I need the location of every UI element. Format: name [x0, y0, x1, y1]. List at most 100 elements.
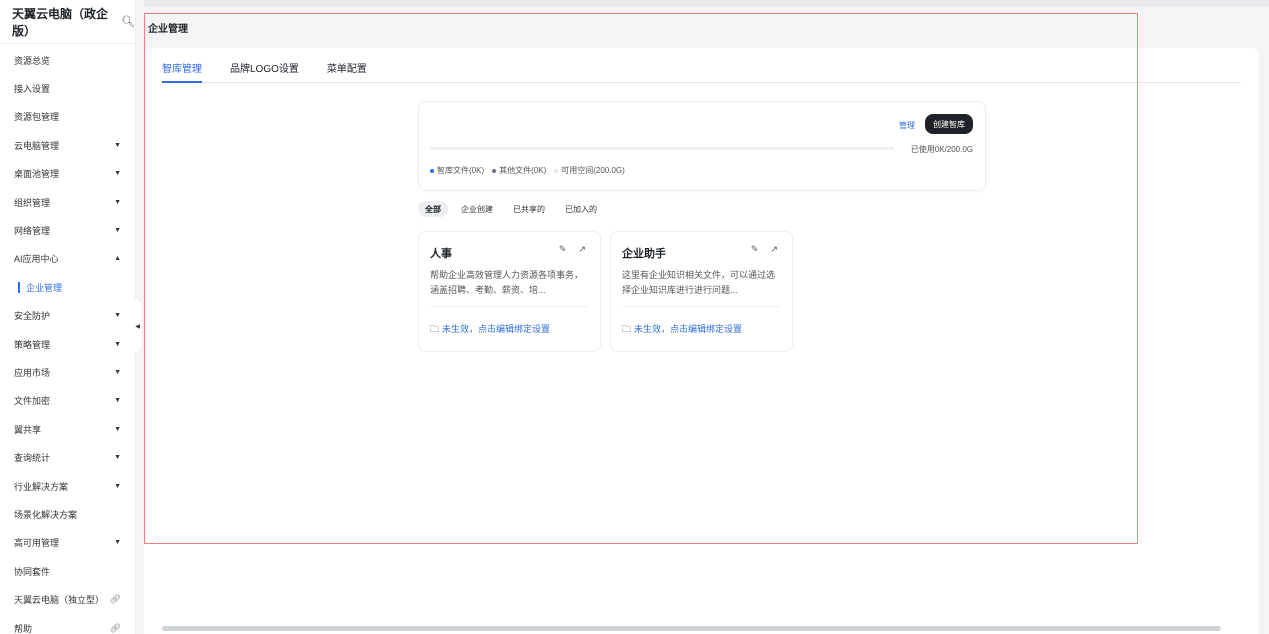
folder-icon: 🗀︎	[622, 324, 632, 334]
open-external-icon[interactable]: ↗	[770, 244, 778, 255]
sidebar-item-label: 帮助	[14, 623, 33, 634]
chevron-down-icon: ▼	[114, 312, 121, 320]
filter-enterprise-created[interactable]: 企业创建	[454, 201, 500, 217]
dot-icon	[554, 168, 559, 173]
main-panel: 智库管理 品牌LOGO设置 菜单配置 管理 创建智库 已使用0K/200.0G …	[144, 48, 1259, 634]
card-status-link[interactable]: 🗀︎ 未生效，点击编辑绑定设置	[430, 322, 550, 338]
sidebar-item-label: 接入设置	[14, 84, 51, 95]
filter-chips: 全部 企业创建 已共享的 已加入的	[418, 201, 604, 217]
card-status-text: 未生效，点击编辑绑定设置	[442, 324, 551, 334]
sidebar-item-label: 资源包管理	[14, 112, 60, 123]
chevron-down-icon: ▼	[114, 482, 121, 490]
manage-link[interactable]: 管理	[899, 120, 915, 131]
chevron-down-icon: ▼	[114, 397, 121, 405]
sidebar-item-scenario[interactable]: 场景化解决方案	[0, 500, 135, 528]
tab-brand-logo[interactable]: 品牌LOGO设置	[230, 61, 299, 83]
knowledge-card[interactable]: 企业助手 ✎ ↗ 这里有企业知识相关文件，可以通过选择企业知识库进行进行问题..…	[610, 231, 793, 352]
sidebar-item-label: 云电脑管理	[14, 140, 60, 151]
chevron-down-icon: ▼	[114, 340, 121, 348]
open-external-icon[interactable]: ↗	[578, 244, 586, 255]
sidebar-item-stats[interactable]: 查询统计 ▼	[0, 443, 135, 471]
sidebar-item-enterprise[interactable]: 企业管理	[0, 273, 135, 301]
sidebar-item-label: 网络管理	[14, 226, 51, 237]
legend-kb-files: 智库文件(0K)	[430, 165, 484, 176]
chevron-down-icon: ▼	[114, 454, 121, 462]
sidebar-item-label: AI应用中心	[14, 254, 59, 265]
sidebar-item-industry[interactable]: 行业解决方案 ▼	[0, 472, 135, 500]
edit-icon[interactable]: ✎	[559, 244, 567, 255]
card-actions: ✎ ↗	[559, 244, 586, 255]
sidebar-item-label: 高可用管理	[14, 538, 60, 549]
storage-card: 管理 创建智库 已使用0K/200.0G 智库文件(0K) 其他文件(0K) 可…	[418, 101, 986, 191]
card-divider	[430, 306, 588, 307]
sidebar-item-label: 翼共享	[14, 424, 42, 435]
sidebar-item-label: 安全防护	[14, 311, 51, 322]
dot-icon	[492, 168, 497, 173]
sidebar-item-label: 桌面池管理	[14, 169, 60, 180]
tab-knowledge-base[interactable]: 智库管理	[162, 61, 202, 83]
sidebar-item-label: 行业解决方案	[14, 481, 69, 492]
legend-other-files: 其他文件(0K)	[492, 165, 546, 176]
create-knowledge-base-button[interactable]: 创建智库	[925, 114, 973, 134]
sidebar-item-access[interactable]: 接入设置	[0, 74, 135, 102]
tab-menu-config[interactable]: 菜单配置	[327, 61, 367, 83]
sidebar-item-label: 策略管理	[14, 339, 51, 350]
chevron-down-icon: ▼	[114, 227, 121, 235]
sidebar-item-cloud-pc[interactable]: 云电脑管理 ▼	[0, 131, 135, 159]
sidebar-item-standalone[interactable]: 天翼云电脑（独立型） 🔗︎	[0, 585, 135, 613]
card-actions: ✎ ↗	[751, 244, 778, 255]
chevron-down-icon: ▼	[114, 539, 121, 547]
top-bar	[144, 0, 1269, 7]
chevron-up-icon: ▲	[114, 255, 121, 263]
card-description: 这里有企业知识相关文件，可以通过选择企业知识库进行进行问题...	[622, 270, 776, 295]
filter-shared[interactable]: 已共享的	[506, 201, 552, 217]
sidebar-item-security[interactable]: 安全防护 ▼	[0, 302, 135, 330]
sidebar-item-help[interactable]: 帮助 🔗︎	[0, 614, 135, 634]
sidebar-menu: 资源总览 接入设置 资源包管理 云电脑管理 ▼ 桌面池管理 ▼ 组织管理 ▼ 网络管理…	[0, 44, 135, 634]
sidebar-item-label: 查询统计	[14, 453, 51, 464]
sidebar-item-encrypt[interactable]: 文件加密 ▼	[0, 387, 135, 415]
sidebar-item-suite[interactable]: 协同套件	[0, 557, 135, 585]
storage-usage-bar	[430, 147, 894, 150]
chevron-down-icon: ▼	[114, 141, 121, 149]
sidebar-item-desktop-pool[interactable]: 桌面池管理 ▼	[0, 160, 135, 188]
sidebar-item-ai-center[interactable]: AI应用中心 ▲	[0, 245, 135, 273]
sidebar-item-label: 应用市场	[14, 367, 51, 378]
collapse-sidebar-button[interactable]: ◀	[133, 298, 143, 354]
chevron-down-icon: ▼	[114, 368, 121, 376]
filter-all[interactable]: 全部	[418, 201, 448, 217]
search-icon[interactable]: 🔍︎	[121, 15, 135, 28]
sidebar-item-label: 组织管理	[14, 197, 51, 208]
tab-bar: 智库管理 品牌LOGO设置 菜单配置	[162, 61, 1241, 83]
legend-available: 可用空间(200.0G)	[554, 165, 625, 176]
sidebar-item-label: 企业管理	[26, 282, 63, 293]
storage-used-text: 已使用0K/200.0G	[910, 145, 973, 154]
sidebar-item-label: 协同套件	[14, 566, 51, 577]
filter-joined[interactable]: 已加入的	[558, 201, 604, 217]
chevron-down-icon: ▼	[114, 198, 121, 206]
card-status-link[interactable]: 🗀︎ 未生效，点击编辑绑定设置	[622, 322, 742, 338]
sidebar-item-market[interactable]: 应用市场 ▼	[0, 358, 135, 386]
external-link-icon: 🔗︎	[109, 594, 121, 605]
page-title: 企业管理	[148, 24, 188, 35]
edit-icon[interactable]: ✎	[751, 244, 759, 255]
sidebar-item-share[interactable]: 翼共享 ▼	[0, 415, 135, 443]
sidebar-item-ha[interactable]: 高可用管理 ▼	[0, 529, 135, 557]
external-link-icon: 🔗︎	[109, 622, 121, 633]
brand: 天翼云电脑（政企版） 🔍︎	[0, 0, 135, 44]
sidebar-item-label: 资源总览	[14, 55, 51, 66]
sidebar-item-overview[interactable]: 资源总览	[0, 46, 135, 74]
sidebar-item-org[interactable]: 组织管理 ▼	[0, 188, 135, 216]
brand-title: 天翼云电脑（政企版）	[12, 6, 109, 38]
sidebar-item-label: 天翼云电脑（独立型）	[14, 595, 105, 606]
sidebar-item-policy[interactable]: 策略管理 ▼	[0, 330, 135, 358]
horizontal-scrollbar[interactable]	[162, 626, 1221, 631]
card-title: 人事	[430, 248, 452, 260]
sidebar: 天翼云电脑（政企版） 🔍︎ 资源总览 接入设置 资源包管理 云电脑管理 ▼ 桌面池…	[0, 0, 136, 634]
dot-icon	[430, 168, 434, 173]
knowledge-card[interactable]: 人事 ✎ ↗ 帮助企业高效管理人力资源各项事务，涵盖招聘、考勤、薪资、培... …	[418, 231, 601, 352]
sidebar-item-package[interactable]: 资源包管理	[0, 103, 135, 131]
sidebar-item-network[interactable]: 网络管理 ▼	[0, 216, 135, 244]
sidebar-item-label: 文件加密	[14, 396, 51, 407]
storage-legend: 智库文件(0K) 其他文件(0K) 可用空间(200.0G)	[430, 165, 625, 176]
